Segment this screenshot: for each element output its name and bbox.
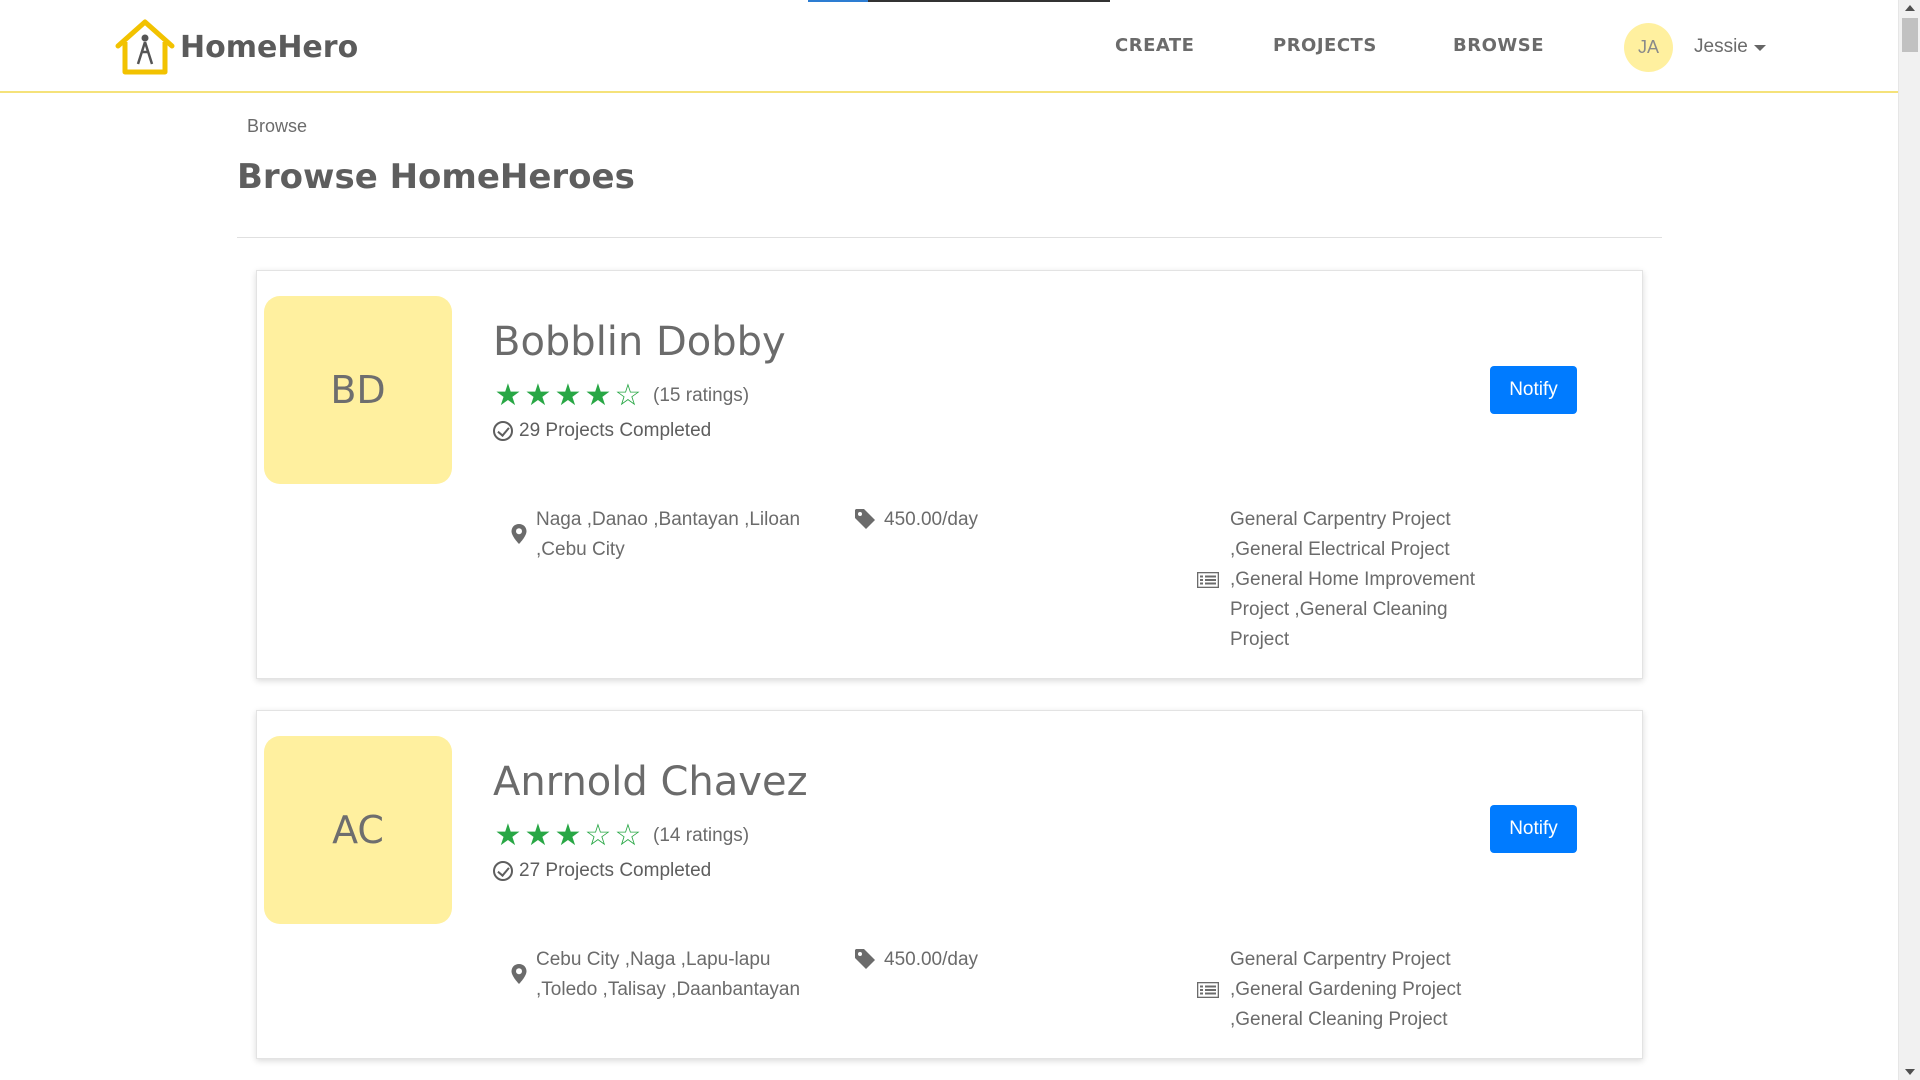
check-circle-icon [493, 861, 513, 881]
divider [237, 237, 1662, 238]
rating-stars: ★ ★ ★ ★ ☆ (15 ratings) [493, 379, 750, 412]
top-navbar: HomeHero CREATE PROJECTS BROWSE JA Jessi… [0, 0, 1898, 93]
hero-price: 450.00/day [884, 949, 979, 970]
scrollbar[interactable] [1898, 0, 1920, 1080]
progress-bar-accent [808, 0, 868, 2]
star-empty-icon: ☆ [614, 379, 642, 412]
list-icon [1197, 982, 1219, 998]
house-logo-icon [115, 19, 175, 75]
star-filled-icon: ★ [524, 379, 552, 412]
chevron-down-icon [1753, 45, 1766, 51]
star-filled-icon: ★ [494, 819, 522, 852]
scroll-down-arrow-icon[interactable] [1905, 1069, 1915, 1075]
tag-icon [855, 949, 875, 969]
ratings-count: (15 ratings) [653, 385, 750, 406]
nav-browse[interactable]: BROWSE [1453, 35, 1544, 56]
star-empty-icon: ☆ [614, 819, 642, 852]
star-filled-icon: ★ [494, 379, 522, 412]
user-menu-dropdown[interactable]: Jessie [1694, 36, 1766, 58]
user-name: Jessie [1694, 36, 1748, 57]
hero-locations: Cebu City ,Naga ,Lapu-lapu ,Toledo ,Tali… [536, 949, 801, 1000]
hero-card: BD Bobblin Dobby ★ ★ ★ ★ ☆ (15 ratings) … [256, 270, 1643, 679]
list-icon [1197, 572, 1219, 588]
notify-button[interactable]: Notify [1490, 366, 1577, 414]
hero-name[interactable]: Anrnold Chavez [493, 759, 808, 805]
scroll-up-arrow-icon[interactable] [1905, 5, 1915, 11]
brand-name: HomeHero [180, 29, 359, 65]
hero-price: 450.00/day [884, 509, 979, 530]
hero-locations: Naga ,Danao ,Bantayan ,Liloan ,Cebu City [536, 509, 801, 560]
nav-create[interactable]: CREATE [1115, 35, 1194, 56]
projects-completed: 27 Projects Completed [493, 860, 711, 882]
ratings-count: (14 ratings) [653, 825, 750, 846]
notify-button[interactable]: Notify [1490, 805, 1577, 853]
page-title: Browse HomeHeroes [237, 157, 635, 197]
projects-completed: 29 Projects Completed [493, 420, 711, 442]
user-avatar[interactable]: JA [1624, 23, 1673, 72]
hero-avatar: AC [264, 736, 452, 924]
star-filled-icon: ★ [524, 819, 552, 852]
check-circle-icon [493, 421, 513, 441]
star-empty-icon: ☆ [584, 819, 612, 852]
map-pin-icon [511, 524, 527, 544]
projects-completed-label: 29 Projects Completed [519, 420, 712, 441]
tag-icon [855, 509, 875, 529]
nav-projects[interactable]: PROJECTS [1273, 35, 1377, 56]
star-filled-icon: ★ [554, 819, 582, 852]
star-filled-icon: ★ [554, 379, 582, 412]
star-filled-icon: ★ [584, 379, 612, 412]
hero-services: General Carpentry Project ,General Elect… [1230, 509, 1475, 650]
hero-name[interactable]: Bobblin Dobby [493, 319, 786, 365]
hero-card: AC Anrnold Chavez ★ ★ ★ ☆ ☆ (14 ratings)… [256, 710, 1643, 1059]
breadcrumb[interactable]: Browse [247, 116, 307, 137]
map-pin-icon [511, 964, 527, 984]
rating-stars: ★ ★ ★ ☆ ☆ (14 ratings) [493, 819, 750, 852]
scroll-thumb[interactable] [1902, 18, 1918, 52]
projects-completed-label: 27 Projects Completed [519, 860, 712, 881]
hero-services: General Carpentry Project ,General Garde… [1230, 949, 1462, 1030]
brand-link[interactable]: HomeHero [114, 18, 358, 76]
hero-avatar: BD [264, 296, 452, 484]
